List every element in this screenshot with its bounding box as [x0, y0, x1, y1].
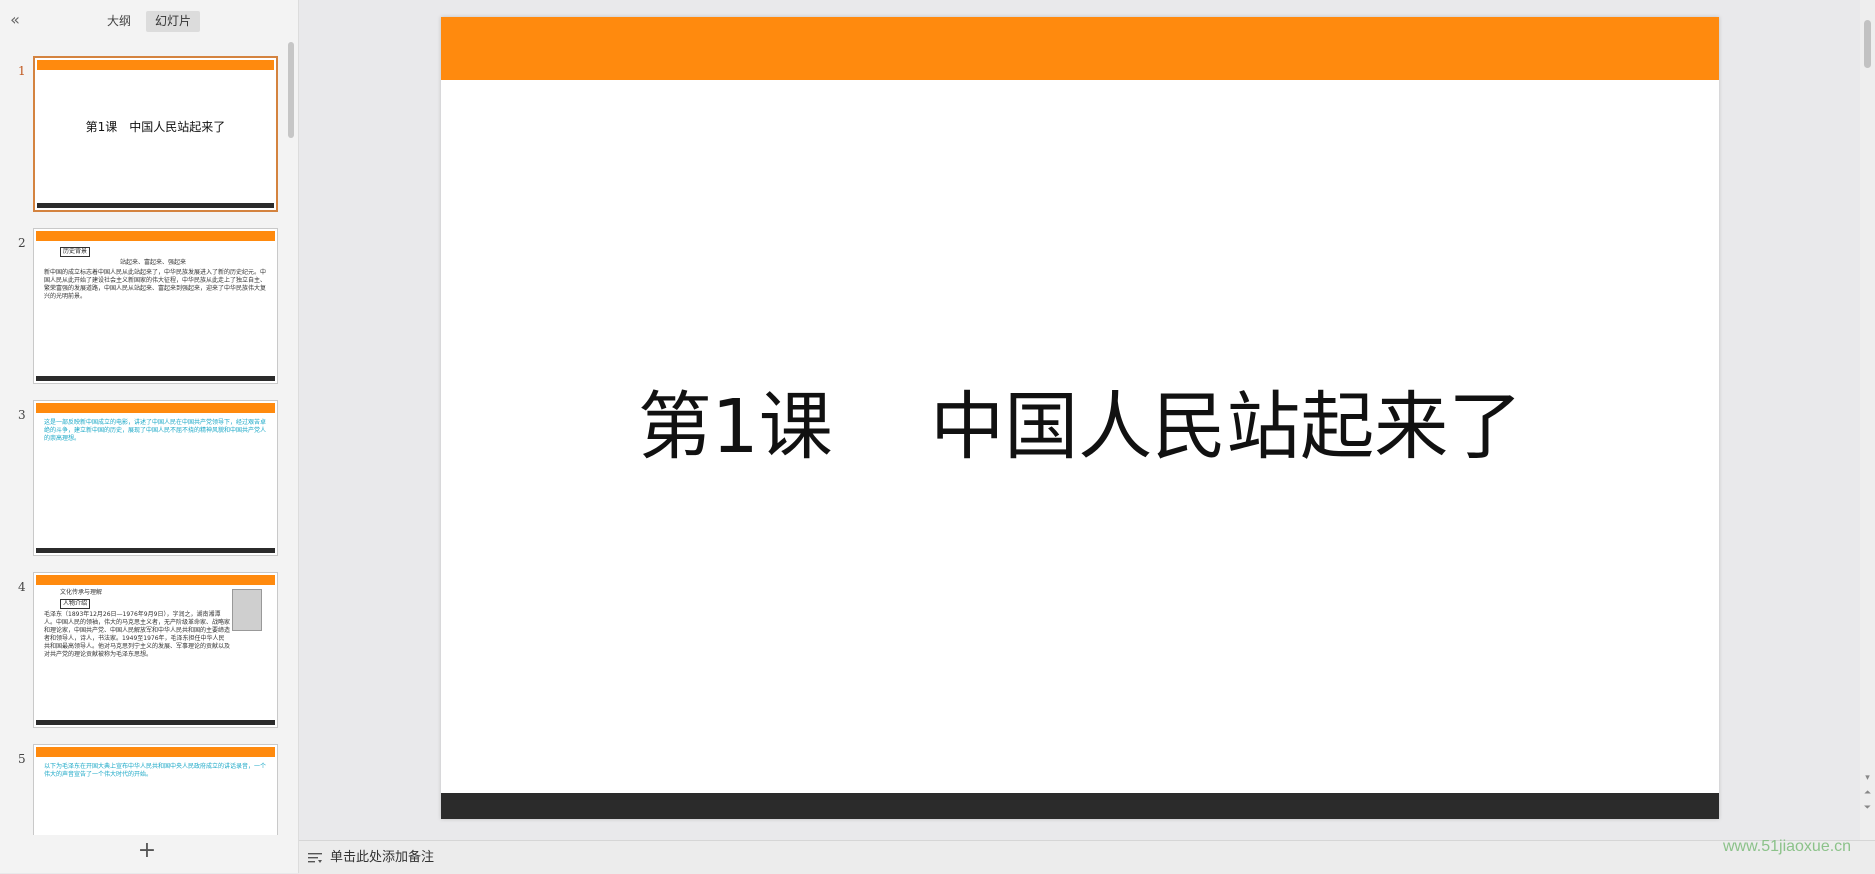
- thumbnail-footer-bar: [36, 548, 275, 553]
- thumbnail-body-text: 新中国的成立标志着中国人民从此站起来了，中华民族发展进入了新的历史纪元。中国人民…: [44, 269, 267, 300]
- thumbnail-body-text: 这是一部反映新中国成立的电影，讲述了中国人民在中国共产党领导下，经过艰苦卓绝的斗…: [44, 419, 267, 442]
- thumbnail-body-text: 毛泽东（1893年12月26日—1976年9月9日），字润之，湖南湘潭人。中国人…: [44, 611, 231, 658]
- thumbnail-footer-bar: [36, 376, 275, 381]
- vertical-scrollbar[interactable]: ▾ ⏶ ⏷: [1860, 0, 1875, 840]
- thumbnail-box-label: 历史背景: [60, 247, 91, 257]
- vertical-scroll-thumb[interactable]: [1864, 20, 1871, 68]
- notes-bar: 单击此处添加备注: [299, 840, 1875, 874]
- thumbnail-header-bar: [36, 747, 275, 757]
- scroll-down-arrow-icon[interactable]: ▾: [1860, 772, 1875, 784]
- thumbnail-header-bar: [36, 403, 275, 413]
- thumbnail-header-bar: [37, 60, 274, 70]
- thumbnail-number: 2: [18, 236, 26, 250]
- site-watermark: www.51jiaoxue.cn: [1723, 838, 1852, 855]
- thumbnail-frame[interactable]: 历史背景 站起来、富起来、强起来 新中国的成立标志着中国人民从此站起来了，中华民…: [33, 228, 278, 384]
- slides-sidebar: « 大纲 幻灯片 1 第1课 中国人民站起来了 2 历史背景 站起来、富起来、强…: [0, 0, 299, 873]
- collapse-sidebar-icon[interactable]: «: [6, 10, 24, 30]
- thumbnail-number: 5: [18, 752, 26, 766]
- thumbnail-item[interactable]: 4 文化传承与理解 人物介绍 毛泽东（1893年12月26日—1976年9月9日…: [0, 572, 290, 734]
- thumbnail-frame[interactable]: 以下为毛泽东在开国大典上宣布中华人民共和国中央人民政府成立的讲话录音，一个伟大的…: [33, 744, 278, 835]
- thumbnail-footer-bar: [37, 203, 274, 208]
- thumbnail-item[interactable]: 2 历史背景 站起来、富起来、强起来 新中国的成立标志着中国人民从此站起来了，中…: [0, 228, 290, 390]
- thumbnail-number: 3: [18, 408, 26, 422]
- view-tabs: 大纲 幻灯片: [98, 11, 201, 32]
- portrait-image: [232, 589, 262, 631]
- previous-page-icon[interactable]: ⏶: [1860, 787, 1875, 799]
- slide-title[interactable]: 第1课 中国人民站起来了: [441, 382, 1719, 472]
- thumbnail-box-label: 人物介绍: [60, 599, 91, 609]
- notes-input-placeholder[interactable]: 单击此处添加备注: [330, 849, 434, 867]
- thumbnail-number: 4: [18, 580, 26, 594]
- next-page-icon[interactable]: ⏷: [1860, 802, 1875, 814]
- thumbnail-subtitle: 站起来、富起来、强起来: [120, 259, 187, 266]
- tab-outline[interactable]: 大纲: [98, 11, 140, 32]
- thumbnail-frame[interactable]: 这是一部反映新中国成立的电影，讲述了中国人民在中国共产党领导下，经过艰苦卓绝的斗…: [33, 400, 278, 556]
- thumbnail-item[interactable]: 1 第1课 中国人民站起来了: [0, 56, 290, 218]
- sidebar-scroll-thumb[interactable]: [288, 42, 294, 138]
- add-slide-icon[interactable]: +: [136, 840, 158, 862]
- sidebar-scrollbar[interactable]: [287, 40, 295, 835]
- slide-header-bar: [441, 17, 1719, 80]
- slide-footer-bar: [441, 793, 1719, 819]
- notes-icon[interactable]: [307, 850, 323, 866]
- thumbnail-heading: 文化传承与理解: [60, 589, 103, 596]
- thumbnail-header-bar: [36, 575, 275, 585]
- thumbnail-item[interactable]: 5 以下为毛泽东在开国大典上宣布中华人民共和国中央人民政府成立的讲话录音，一个伟…: [0, 744, 290, 835]
- thumbnail-frame[interactable]: 第1课 中国人民站起来了: [33, 56, 278, 212]
- thumbnail-list: 1 第1课 中国人民站起来了 2 历史背景 站起来、富起来、强起来 新中国的成立…: [0, 40, 298, 835]
- thumbnail-item[interactable]: 3 这是一部反映新中国成立的电影，讲述了中国人民在中国共产党领导下，经过艰苦卓绝…: [0, 400, 290, 562]
- thumbnail-header-bar: [36, 231, 275, 241]
- tab-slides[interactable]: 幻灯片: [146, 11, 201, 32]
- slide-canvas: 第1课 中国人民站起来了: [299, 0, 1859, 840]
- thumbnail-frame[interactable]: 文化传承与理解 人物介绍 毛泽东（1893年12月26日—1976年9月9日），…: [33, 572, 278, 728]
- thumbnail-footer-bar: [36, 720, 275, 725]
- current-slide[interactable]: 第1课 中国人民站起来了: [441, 17, 1719, 819]
- thumbnail-body-text: 以下为毛泽东在开国大典上宣布中华人民共和国中央人民政府成立的讲话录音，一个伟大的…: [44, 763, 267, 778]
- thumbnail-number: 1: [18, 64, 26, 78]
- thumbnail-title: 第1课 中国人民站起来了: [85, 120, 226, 134]
